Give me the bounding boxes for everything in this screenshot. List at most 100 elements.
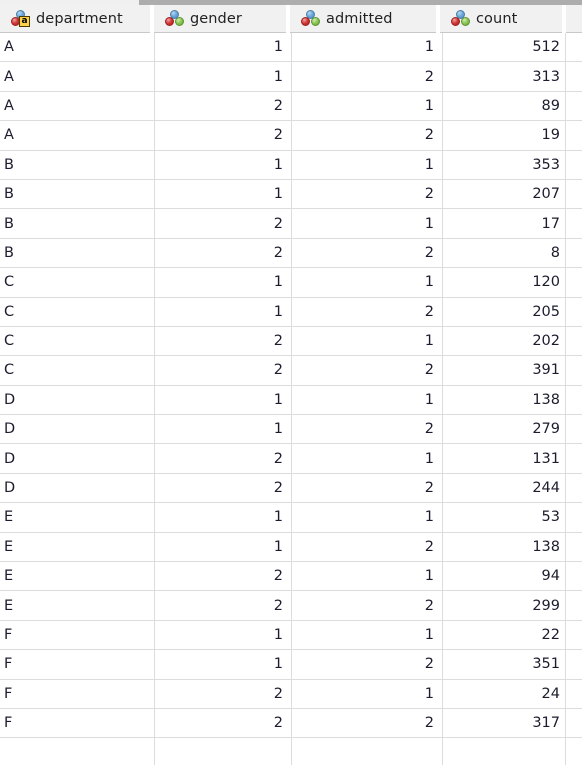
cell-empty[interactable]: [292, 738, 443, 765]
cell-gender[interactable]: 1: [155, 650, 292, 679]
cell-count[interactable]: 17: [443, 209, 566, 238]
cell-department[interactable]: F: [0, 620, 155, 650]
cell-department[interactable]: D: [0, 444, 155, 473]
cell-count[interactable]: 22: [443, 620, 566, 650]
cell-gender[interactable]: 1: [155, 503, 292, 532]
cell-admitted[interactable]: 1: [292, 562, 443, 591]
cell-gender[interactable]: 1: [155, 620, 292, 650]
cell-count[interactable]: 351: [443, 650, 566, 679]
cell-department[interactable]: F: [0, 679, 155, 708]
cell-count[interactable]: 94: [443, 562, 566, 591]
table-row[interactable]: F 1 2 351: [0, 650, 582, 680]
cell-gender[interactable]: 1: [155, 532, 292, 562]
cell-gender[interactable]: 2: [155, 708, 292, 738]
table-row[interactable]: F 1 1 22: [0, 620, 582, 651]
cell-count[interactable]: 19: [443, 121, 566, 150]
cell-count[interactable]: 89: [443, 91, 566, 121]
cell-count[interactable]: 138: [443, 532, 566, 562]
cell-gender[interactable]: 1: [155, 33, 292, 62]
cell-gender[interactable]: 2: [155, 238, 292, 268]
cell-admitted[interactable]: 1: [292, 326, 443, 356]
cell-department[interactable]: E: [0, 591, 155, 620]
table-row[interactable]: F 2 2 317: [0, 708, 582, 739]
cell-count[interactable]: 279: [443, 415, 566, 444]
table-row[interactable]: E 2 1 94: [0, 562, 582, 592]
cell-count[interactable]: 244: [443, 473, 566, 503]
cell-admitted[interactable]: 1: [292, 679, 443, 708]
cell-gender[interactable]: 1: [155, 385, 292, 415]
cell-count[interactable]: 313: [443, 62, 566, 91]
cell-department[interactable]: E: [0, 503, 155, 532]
cell-admitted[interactable]: 2: [292, 179, 443, 209]
cell-admitted[interactable]: 1: [292, 91, 443, 121]
cell-gender[interactable]: 1: [155, 150, 292, 179]
cell-empty[interactable]: [155, 738, 292, 765]
table-row[interactable]: C 1 2 205: [0, 297, 582, 327]
cell-count[interactable]: 205: [443, 297, 566, 326]
cell-department[interactable]: C: [0, 297, 155, 326]
cell-count[interactable]: 24: [443, 679, 566, 708]
table-row[interactable]: A 1 1 512: [0, 33, 582, 63]
cell-gender[interactable]: 1: [155, 179, 292, 209]
cell-admitted[interactable]: 1: [292, 503, 443, 532]
cell-count[interactable]: 391: [443, 356, 566, 385]
cell-count[interactable]: 317: [443, 708, 566, 738]
cell-department[interactable]: F: [0, 708, 155, 738]
cell-department[interactable]: C: [0, 268, 155, 297]
cell-gender[interactable]: 2: [155, 562, 292, 591]
cell-department[interactable]: D: [0, 473, 155, 503]
cell-gender[interactable]: 2: [155, 679, 292, 708]
cell-department[interactable]: A: [0, 91, 155, 121]
table-row[interactable]: A 2 1 89: [0, 91, 582, 122]
column-header-department[interactable]: a department: [0, 5, 150, 33]
data-grid-body[interactable]: A 1 1 512 A 1 2 313 A 2 1 89 A 2 2 19 B 1 1 353 B 1 2 207 B 2 1 17 B…: [0, 33, 582, 765]
cell-gender[interactable]: 2: [155, 326, 292, 356]
cell-gender[interactable]: 2: [155, 591, 292, 620]
cell-admitted[interactable]: 2: [292, 591, 443, 620]
cell-count[interactable]: 53: [443, 503, 566, 532]
cell-empty[interactable]: [0, 738, 155, 765]
cell-count[interactable]: 120: [443, 268, 566, 297]
cell-admitted[interactable]: 1: [292, 33, 443, 62]
cell-admitted[interactable]: 1: [292, 385, 443, 415]
cell-gender[interactable]: 1: [155, 62, 292, 91]
cell-count[interactable]: 8: [443, 238, 566, 268]
table-row[interactable]: C 2 1 202: [0, 326, 582, 357]
cell-gender[interactable]: 1: [155, 415, 292, 444]
cell-admitted[interactable]: 2: [292, 650, 443, 679]
cell-gender[interactable]: 2: [155, 209, 292, 238]
column-header-gender[interactable]: gender: [153, 5, 287, 33]
cell-admitted[interactable]: 2: [292, 121, 443, 150]
cell-department[interactable]: D: [0, 415, 155, 444]
table-row[interactable]: E 2 2 299: [0, 591, 582, 621]
table-row[interactable]: B 2 1 17: [0, 209, 582, 239]
column-header-count[interactable]: count: [439, 5, 563, 33]
cell-department[interactable]: B: [0, 209, 155, 238]
cell-department[interactable]: B: [0, 150, 155, 179]
table-row[interactable]: D 2 1 131: [0, 444, 582, 474]
cell-gender[interactable]: 2: [155, 444, 292, 473]
cell-gender[interactable]: 2: [155, 356, 292, 385]
cell-admitted[interactable]: 2: [292, 356, 443, 385]
cell-count[interactable]: 202: [443, 326, 566, 356]
cell-gender[interactable]: 2: [155, 473, 292, 503]
cell-count[interactable]: 138: [443, 385, 566, 415]
cell-admitted[interactable]: 2: [292, 297, 443, 326]
cell-admitted[interactable]: 1: [292, 150, 443, 179]
cell-admitted[interactable]: 2: [292, 532, 443, 562]
cell-gender[interactable]: 1: [155, 268, 292, 297]
cell-department[interactable]: C: [0, 356, 155, 385]
table-row[interactable]: D 2 2 244: [0, 473, 582, 504]
cell-department[interactable]: A: [0, 62, 155, 91]
table-row[interactable]: A 2 2 19: [0, 121, 582, 151]
cell-empty[interactable]: [443, 738, 566, 765]
cell-admitted[interactable]: 2: [292, 238, 443, 268]
cell-department[interactable]: B: [0, 238, 155, 268]
table-row[interactable]: C 2 2 391: [0, 356, 582, 386]
cell-department[interactable]: B: [0, 179, 155, 209]
cell-count[interactable]: 299: [443, 591, 566, 620]
cell-department[interactable]: A: [0, 33, 155, 62]
cell-gender[interactable]: 2: [155, 91, 292, 121]
table-row[interactable]: C 1 1 120: [0, 268, 582, 298]
table-row[interactable]: E 1 1 53: [0, 503, 582, 533]
